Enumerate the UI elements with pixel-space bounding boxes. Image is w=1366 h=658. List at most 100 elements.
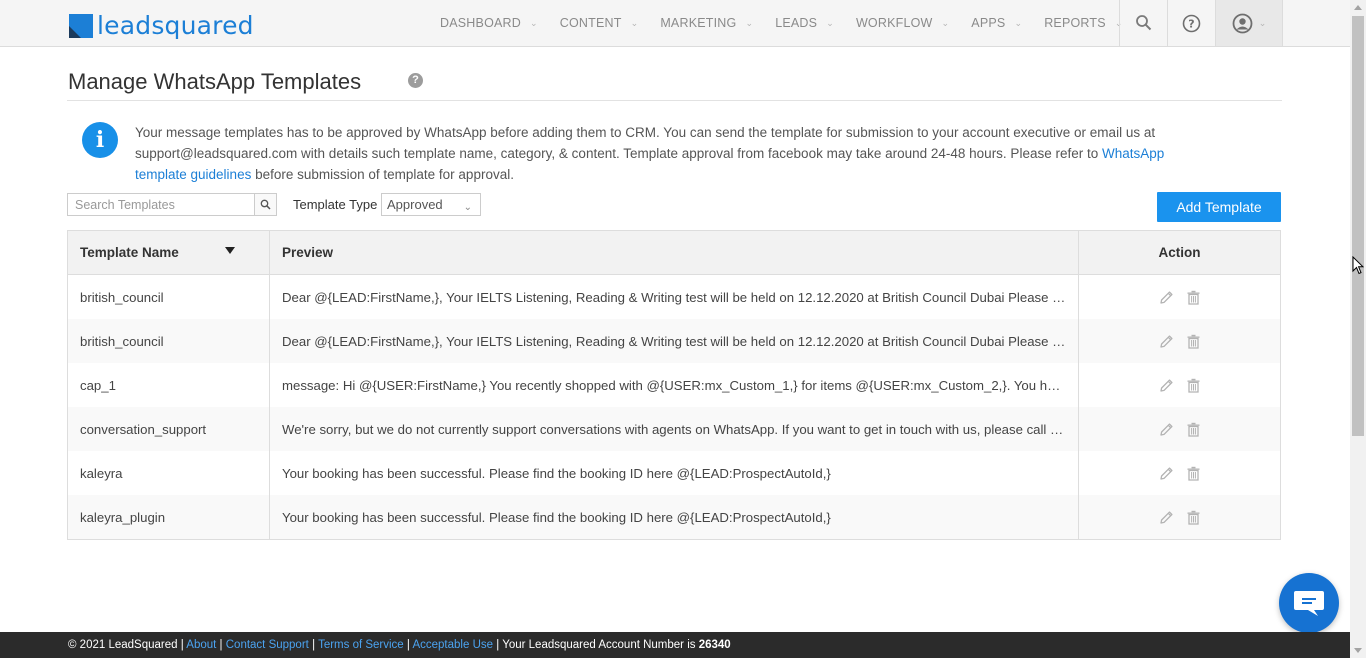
nav-label: DASHBOARD: [440, 16, 521, 30]
leadsquared-logo[interactable]: leadsquared: [69, 11, 254, 40]
help-icon[interactable]: ?: [408, 73, 423, 88]
footer-link-terms[interactable]: Terms of Service: [318, 639, 404, 651]
column-header-action: Action: [1079, 231, 1280, 274]
user-menu-button[interactable]: ⌄: [1215, 0, 1283, 46]
template-name-cell: kaleyra_plugin: [68, 495, 270, 539]
search-templates-input[interactable]: [68, 194, 254, 215]
template-name-cell: conversation_support: [68, 407, 270, 451]
action-cell: [1079, 363, 1280, 407]
nav-icon-group: ? ⌄: [1119, 0, 1283, 46]
preview-cell: We're sorry, but we do not currently sup…: [270, 407, 1079, 451]
search-templates-box: [67, 193, 277, 216]
nav-label: LEADS: [775, 16, 818, 30]
vertical-scrollbar[interactable]: [1350, 0, 1366, 658]
footer-copyright: © 2021 LeadSquared: [68, 639, 178, 651]
table-row: cap_1 message: Hi @{USER:FirstName,} You…: [68, 363, 1280, 407]
edit-pencil-icon[interactable]: [1158, 377, 1175, 394]
nav-item-content[interactable]: CONTENT ⌄: [560, 16, 639, 30]
logo-mark-icon: [69, 13, 93, 38]
action-cell: [1079, 495, 1280, 539]
column-header-preview: Preview: [270, 231, 1079, 274]
action-cell: [1079, 319, 1280, 363]
action-cell: [1079, 275, 1280, 319]
nav-item-reports[interactable]: REPORTS ⌄: [1044, 16, 1122, 30]
column-label: Template Name: [80, 245, 179, 260]
page-title: Manage WhatsApp Templates: [68, 69, 362, 94]
chevron-down-icon: ⌄: [745, 17, 754, 28]
nav-item-dashboard[interactable]: DASHBOARD ⌄: [440, 16, 538, 30]
template-type-value: Approved: [387, 197, 443, 212]
edit-pencil-icon[interactable]: [1158, 333, 1175, 350]
edit-pencil-icon[interactable]: [1158, 289, 1175, 306]
template-name-cell: cap_1: [68, 363, 270, 407]
footer-account-number: 26340: [698, 639, 731, 651]
template-type-label: Template Type: [293, 197, 378, 212]
column-header-template-name[interactable]: Template Name: [68, 231, 270, 274]
scroll-down-icon[interactable]: [1354, 648, 1362, 653]
main-nav: DASHBOARD ⌄ CONTENT ⌄ MARKETING ⌄ LEADS ⌄ WO…: [440, 0, 1145, 46]
nav-label: MARKETING: [660, 16, 737, 30]
footer-account-text: Your Leadsquared Account Number is: [502, 639, 696, 651]
delete-trash-icon[interactable]: [1185, 465, 1202, 482]
chevron-down-icon: ⌄: [529, 17, 538, 28]
search-button[interactable]: [1119, 0, 1167, 46]
preview-cell: Your booking has been successful. Please…: [270, 451, 1079, 495]
search-icon: [1135, 15, 1151, 31]
footer-separator: |: [180, 639, 184, 651]
table-body: british_council Dear @{LEAD:FirstName,},…: [68, 275, 1280, 539]
template-type-select[interactable]: Approved ⌄: [381, 193, 481, 216]
preview-cell: message: Hi @{USER:FirstName,} You recen…: [270, 363, 1079, 407]
chevron-down-icon: ⌄: [630, 17, 639, 28]
delete-trash-icon[interactable]: [1185, 509, 1202, 526]
edit-pencil-icon[interactable]: [1158, 509, 1175, 526]
nav-label: WORKFLOW: [855, 16, 933, 30]
delete-trash-icon[interactable]: [1185, 289, 1202, 306]
preview-text: message: Hi @{USER:FirstName,} You recen…: [282, 377, 1067, 393]
templates-table: Template Name Preview Action british_cou…: [67, 230, 1281, 540]
footer: © 2021 LeadSquared | About | Contact Sup…: [0, 632, 1350, 658]
add-template-button[interactable]: Add Template: [1157, 192, 1281, 222]
svg-text:?: ?: [1188, 17, 1194, 30]
preview-text: Dear @{LEAD:FirstName,}, Your IELTS List…: [282, 289, 1067, 305]
action-cell: [1079, 407, 1280, 451]
chevron-down-icon: ⌄: [1258, 17, 1267, 28]
footer-link-about[interactable]: About: [186, 639, 216, 651]
delete-trash-icon[interactable]: [1185, 333, 1202, 350]
info-text-after: before submission of template for approv…: [251, 167, 514, 182]
preview-text: Dear @{LEAD:FirstName,}, Your IELTS List…: [282, 333, 1067, 349]
scroll-up-icon[interactable]: [1354, 5, 1362, 10]
table-row: british_council Dear @{LEAD:FirstName,},…: [68, 319, 1280, 363]
chat-bubble-icon: [1294, 591, 1324, 616]
nav-item-leads[interactable]: LEADS ⌄: [775, 16, 834, 30]
top-navigation-bar: leadsquared DASHBOARD ⌄ CONTENT ⌄ MARKETIN…: [0, 0, 1350, 47]
search-icon: [260, 199, 271, 210]
nav-item-apps[interactable]: APPS ⌄: [971, 16, 1022, 30]
edit-pencil-icon[interactable]: [1158, 421, 1175, 438]
delete-trash-icon[interactable]: [1185, 377, 1202, 394]
template-name-cell: british_council: [68, 319, 270, 363]
nav-label: REPORTS: [1044, 16, 1106, 30]
sort-descending-icon[interactable]: [225, 247, 235, 254]
preview-cell: Your booking has been successful. Please…: [270, 495, 1079, 539]
user-account-icon: [1232, 13, 1253, 33]
scrollbar-thumb[interactable]: [1352, 16, 1364, 436]
edit-pencil-icon[interactable]: [1158, 465, 1175, 482]
logo-text: leadsquared: [97, 11, 254, 40]
footer-link-acceptable-use[interactable]: Acceptable Use: [412, 639, 493, 651]
mouse-cursor-icon: [1352, 256, 1364, 275]
footer-link-contact-support[interactable]: Contact Support: [226, 639, 309, 651]
nav-label: CONTENT: [559, 16, 622, 30]
preview-cell: Dear @{LEAD:FirstName,}, Your IELTS List…: [270, 319, 1079, 363]
search-templates-button[interactable]: [254, 194, 276, 215]
help-button[interactable]: ?: [1167, 0, 1215, 46]
template-name-cell: kaleyra: [68, 451, 270, 495]
chat-widget-button[interactable]: [1279, 573, 1339, 633]
delete-trash-icon[interactable]: [1185, 421, 1202, 438]
column-label: Action: [1158, 245, 1201, 260]
nav-item-marketing[interactable]: MARKETING ⌄: [660, 16, 753, 30]
nav-item-workflow[interactable]: WORKFLOW ⌄: [856, 16, 949, 30]
template-name-cell: british_council: [68, 275, 270, 319]
divider: [67, 100, 1282, 101]
help-circle-icon: ?: [1182, 14, 1201, 32]
nav-label: APPS: [971, 16, 1006, 30]
